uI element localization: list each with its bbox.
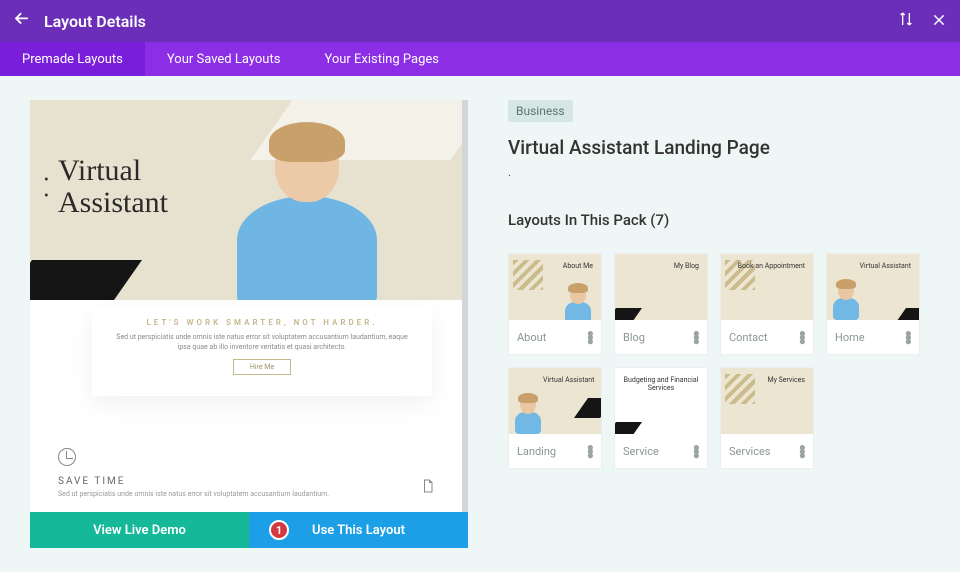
layout-thumb-blog[interactable]: My Blog Blog ●●● — [614, 253, 708, 355]
preview-feature-heading: SAVE TIME — [58, 476, 434, 487]
more-icon[interactable]: ●●● — [905, 331, 911, 343]
pack-heading: Layouts In This Pack (7) — [508, 211, 930, 229]
preview-feature-block: SAVE TIME Sed ut perspiciatis unde omnis… — [58, 448, 434, 498]
document-icon — [422, 479, 434, 496]
layout-thumb-contact[interactable]: Book an Appointment Contact ●●● — [720, 253, 814, 355]
thumb-title: About Me — [563, 262, 593, 270]
tab-bar: Premade Layouts Your Saved Layouts Your … — [0, 42, 960, 76]
hero-title-line2: Assistant — [58, 186, 168, 219]
more-icon[interactable]: ●●● — [799, 445, 805, 457]
thumb-label: Landing — [517, 445, 556, 458]
thumb-title: Virtual Assistant — [543, 376, 594, 384]
layout-subtitle-dot: . — [508, 165, 930, 179]
thumb-label: Home — [835, 331, 865, 344]
step-badge: 1 — [269, 520, 289, 540]
clock-icon — [58, 448, 76, 466]
modal-header: Layout Details — [0, 0, 960, 42]
thumb-title: My Blog — [674, 262, 699, 270]
tab-premade-layouts[interactable]: Premade Layouts — [0, 42, 145, 76]
thumb-label: Contact — [729, 331, 767, 344]
use-this-layout-button[interactable]: 1 Use This Layout — [249, 512, 468, 548]
more-icon[interactable]: ●●● — [587, 445, 593, 457]
thumb-title: Budgeting and Financial Services — [615, 376, 707, 392]
preview-card-tagline: LET'S WORK SMARTER, NOT HARDER. — [110, 318, 414, 327]
more-icon[interactable]: ●●● — [693, 331, 699, 343]
decorative-shape — [30, 260, 142, 300]
close-icon[interactable] — [932, 12, 946, 31]
thumb-title: My Services — [767, 376, 805, 384]
thumb-title: Virtual Assistant — [860, 262, 911, 270]
layout-preview: •• Virtual Assistant LET'S WORK SMARTER,… — [30, 100, 468, 512]
view-live-demo-button[interactable]: View Live Demo — [30, 512, 249, 548]
thumb-label: Service — [623, 445, 659, 458]
sort-icon[interactable] — [898, 11, 914, 31]
layout-thumb-home[interactable]: Virtual Assistant Home ●●● — [826, 253, 920, 355]
hero-title-line1: Virtual — [58, 156, 168, 186]
hero-person-image — [232, 110, 382, 300]
layout-thumb-service[interactable]: Budgeting and Financial Services Service… — [614, 367, 708, 469]
thumb-label: Blog — [623, 331, 645, 344]
more-icon[interactable]: ●●● — [693, 445, 699, 457]
use-this-layout-label: Use This Layout — [312, 523, 405, 538]
more-icon[interactable]: ●●● — [587, 331, 593, 343]
thumb-label: Services — [729, 445, 770, 458]
layout-thumb-services[interactable]: My Services Services ●●● — [720, 367, 814, 469]
hero-title: Virtual Assistant — [58, 156, 168, 219]
back-icon[interactable] — [14, 11, 30, 31]
thumb-label: About — [517, 331, 546, 344]
preview-card-cta: Hire Me — [233, 359, 291, 375]
modal-title: Layout Details — [44, 12, 146, 31]
layout-title: Virtual Assistant Landing Page — [508, 136, 930, 159]
layout-thumb-landing[interactable]: Virtual Assistant Landing ●●● — [508, 367, 602, 469]
preview-card-text: Sed ut perspiciatis unde omnis iste natu… — [110, 333, 414, 353]
decorative-dots: •• — [44, 172, 51, 204]
view-live-demo-label: View Live Demo — [93, 523, 186, 538]
category-chip[interactable]: Business — [508, 100, 573, 122]
tab-existing-pages[interactable]: Your Existing Pages — [302, 42, 461, 76]
more-icon[interactable]: ●●● — [799, 331, 805, 343]
layout-thumb-about[interactable]: About Me About ●●● — [508, 253, 602, 355]
tab-saved-layouts[interactable]: Your Saved Layouts — [145, 42, 303, 76]
preview-card: LET'S WORK SMARTER, NOT HARDER. Sed ut p… — [92, 306, 432, 396]
thumb-title: Book an Appointment — [738, 262, 805, 270]
preview-feature-text: Sed ut perspiciatis unde omnis iste natu… — [58, 490, 434, 498]
